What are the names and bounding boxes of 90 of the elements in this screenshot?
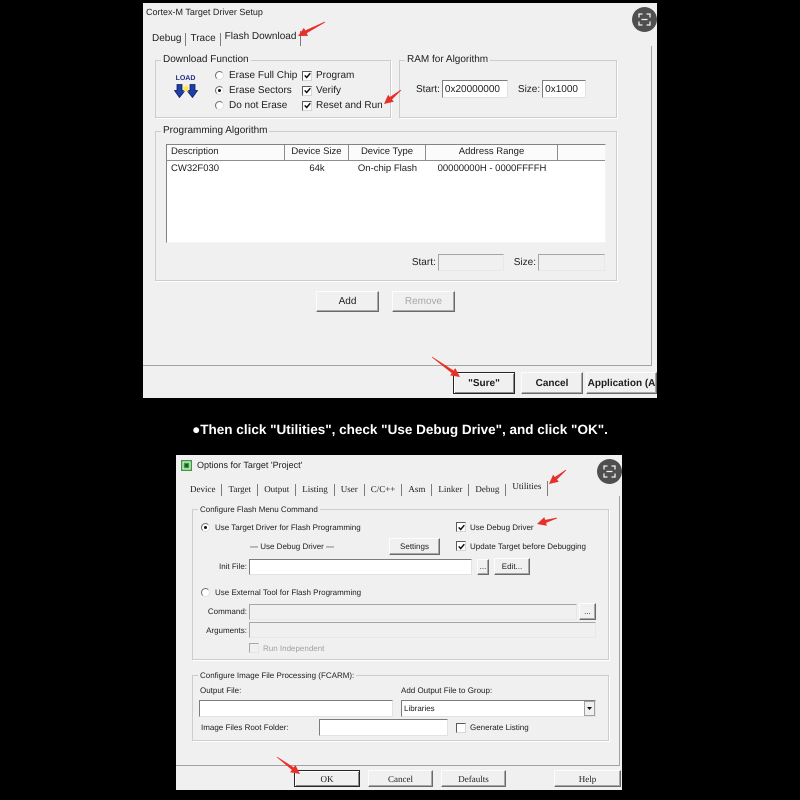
scan-icon[interactable]: [632, 7, 657, 32]
output-file-field[interactable]: [199, 700, 393, 717]
annotation-arrow: [537, 517, 558, 526]
group-title: Configure Image File Processing (FCARM):: [199, 670, 356, 681]
annotation-arrow: [298, 22, 326, 36]
checkbox-label: Verify: [316, 85, 342, 96]
tab[interactable]: C/C++: [364, 484, 402, 496]
settings-button[interactable]: Settings: [389, 538, 440, 554]
root-folder-field[interactable]: [319, 719, 448, 736]
column-header[interactable]: Device Type: [349, 145, 426, 161]
field-label: Init File:: [218, 562, 247, 571]
init-file-field[interactable]: [249, 558, 472, 574]
browse-button[interactable]: ...: [477, 558, 489, 574]
checkbox[interactable]: [302, 70, 312, 80]
app-icon: [181, 460, 192, 470]
edit-button[interactable]: Edit...: [494, 558, 530, 575]
field-label: Size:: [518, 84, 540, 94]
checkbox-label: Update Target before Debugging: [470, 542, 586, 550]
scan-icon[interactable]: [597, 459, 622, 484]
annotation-arrow: [276, 756, 300, 774]
tab[interactable]: Debug: [469, 484, 506, 496]
column-header[interactable]: Device Size: [285, 145, 349, 161]
caret-icon[interactable]: [584, 701, 595, 716]
add-button[interactable]: Add: [316, 291, 379, 312]
defaults-button[interactable]: Defaults: [441, 770, 506, 787]
table-cell-text: 64k: [308, 162, 326, 176]
radio-button[interactable]: [215, 101, 224, 110]
tab[interactable]: User: [334, 484, 365, 496]
checkbox-label: Generate Listing: [470, 723, 529, 732]
field-label: Start:: [416, 84, 440, 94]
field-label: Image Files Root Folder:: [200, 723, 290, 732]
table-cell-text: On-chip Flash: [356, 162, 418, 176]
tab[interactable]: Output: [258, 484, 296, 496]
annotation-arrow: [432, 356, 460, 377]
checkbox[interactable]: [456, 541, 466, 551]
field-label: Size:: [514, 257, 536, 268]
cancel-button[interactable]: Cancel: [368, 770, 433, 787]
group-dropdown[interactable]: Libraries: [401, 700, 596, 717]
download-arrows-icon: [174, 84, 198, 98]
size-field[interactable]: 0x1000: [542, 80, 586, 98]
tab[interactable]: Target: [222, 484, 258, 496]
radio-label: Do not Erase: [229, 100, 288, 111]
checkbox[interactable]: [456, 522, 466, 532]
tab[interactable]: Trace: [186, 33, 221, 46]
instruction-text: ●Then click "Utilities", check "Use Debug Drive", and click "OK".: [191, 421, 609, 439]
tab[interactable]: Listing: [296, 484, 335, 496]
radio-button[interactable]: [201, 522, 210, 532]
group-title: Configure Flash Menu Command: [199, 504, 319, 515]
radio-label: Erase Sectors: [229, 85, 292, 96]
checkbox-label: Run Independent: [263, 644, 324, 652]
driver-caption: — Use Debug Driver —: [250, 542, 336, 550]
checkbox[interactable]: [456, 722, 466, 732]
sure-button[interactable]: "Sure": [453, 372, 515, 394]
checkbox-label: Use Debug Driver: [470, 522, 534, 532]
checkbox-label: Reset and Run: [316, 100, 383, 111]
radio-button[interactable]: [201, 588, 210, 596]
annotation-arrow: [549, 470, 566, 484]
group-title: Download Function: [162, 54, 250, 66]
radio-label: Erase Full Chip: [229, 70, 298, 81]
checkbox-label: Program: [316, 70, 354, 81]
start-field[interactable]: 0x20000000: [442, 80, 508, 98]
field-label: Start:: [412, 257, 436, 268]
table-cell-text: 00000000H - 0000FFFFH: [436, 162, 548, 176]
apply-button[interactable]: Application (A: [586, 372, 657, 394]
field-label: Add Output File to Group:: [401, 686, 492, 694]
field-label: Command:: [206, 607, 247, 616]
radio-button[interactable]: [215, 71, 224, 80]
tab[interactable]: Debug: [148, 33, 186, 46]
tab[interactable]: Linker: [432, 484, 470, 496]
tab[interactable]: Asm: [402, 484, 432, 496]
group-title: Programming Algorithm: [162, 125, 268, 137]
window-title: Options for Target 'Project': [197, 460, 302, 470]
table-cell-text: CW32F030: [170, 162, 220, 176]
ok-button[interactable]: OK: [294, 770, 360, 787]
radio-label: Use Target Driver for Flash Programming: [215, 522, 361, 532]
radio-label: Use External Tool for Flash Programming: [215, 588, 362, 596]
field-label: Output File:: [199, 686, 242, 694]
column-header[interactable]: Address Range: [426, 145, 558, 161]
help-button[interactable]: Help: [554, 770, 621, 787]
checkbox[interactable]: [302, 100, 312, 110]
group-title: RAM for Algorithm: [406, 54, 490, 66]
cancel-button[interactable]: Cancel: [521, 372, 583, 394]
field-label: Arguments:: [205, 626, 247, 634]
tab[interactable]: Utilities: [506, 481, 548, 496]
window-title: Cortex-M Target Driver Setup: [146, 7, 263, 17]
checkbox[interactable]: [302, 86, 312, 96]
column-header[interactable]: Description: [167, 145, 285, 161]
tab[interactable]: Device: [184, 484, 222, 496]
radio-button[interactable]: [215, 86, 224, 95]
annotation-arrow: [384, 90, 402, 104]
